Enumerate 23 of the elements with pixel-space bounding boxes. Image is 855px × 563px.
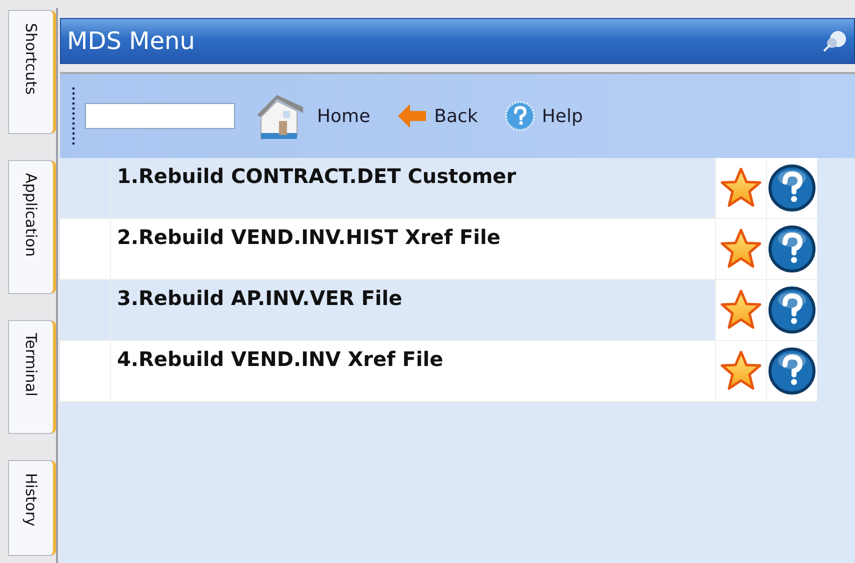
toolbar-grip[interactable] xyxy=(72,86,75,146)
side-tab[interactable]: Application xyxy=(8,160,56,294)
star-icon[interactable] xyxy=(719,166,763,210)
back-arrow-icon xyxy=(396,102,428,130)
help-icon xyxy=(504,100,536,132)
side-tab[interactable]: Terminal xyxy=(8,320,56,434)
help-icon[interactable] xyxy=(768,225,816,273)
star-icon[interactable] xyxy=(719,227,763,271)
command-field[interactable] xyxy=(85,103,235,129)
menu-item[interactable]: 3.Rebuild AP.INV.VER File xyxy=(111,280,715,340)
help-icon[interactable] xyxy=(768,164,816,212)
help-icon[interactable] xyxy=(768,286,816,334)
pin-icon[interactable] xyxy=(822,29,848,53)
back-button[interactable]: Back xyxy=(388,102,486,130)
star-icon[interactable] xyxy=(719,288,763,332)
help-button[interactable]: Help xyxy=(496,100,591,132)
home-button[interactable]: Home xyxy=(245,87,378,145)
side-tab[interactable]: History xyxy=(8,460,56,556)
star-icon[interactable] xyxy=(719,349,763,393)
help-icon[interactable] xyxy=(768,347,816,395)
side-tab[interactable]: Shortcuts xyxy=(8,10,56,134)
menu-item[interactable]: 1.Rebuild CONTRACT.DET Customer xyxy=(111,158,715,218)
window-title: MDS Menu xyxy=(67,27,195,55)
